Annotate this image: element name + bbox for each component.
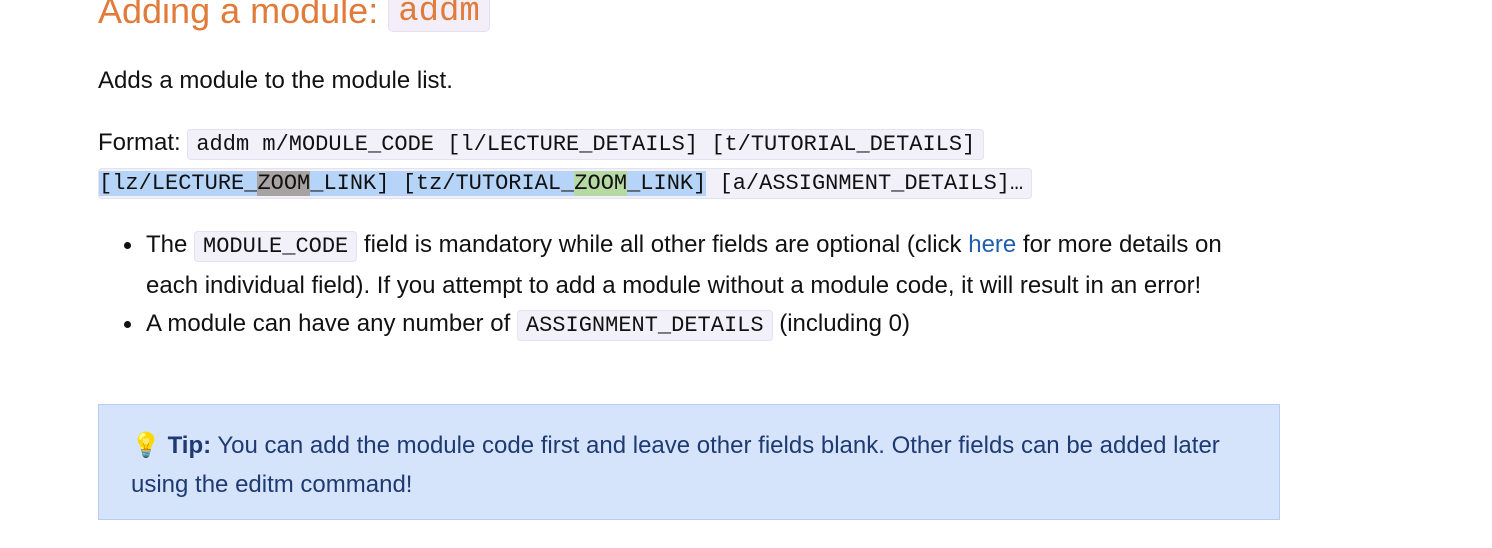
lightbulb-icon: 💡	[131, 432, 161, 459]
zoom-highlight-2: ZOOM	[574, 171, 628, 196]
format-code-line2: [lz/LECTURE_ZOOM_LINK] [tz/TUTORIAL_ZOOM…	[98, 168, 1033, 199]
bullet-text: A module can have any number of	[146, 310, 517, 337]
format-label: Format:	[98, 129, 181, 156]
module-code-inline: MODULE_CODE	[194, 231, 358, 262]
list-item: A module can have any number of ASSIGNME…	[124, 305, 1256, 346]
bullet-list: The MODULE_CODE field is mandatory while…	[124, 226, 1256, 346]
tip-text: You can add the module code first and le…	[131, 432, 1220, 498]
format-code-line1: addm m/MODULE_CODE [l/LECTURE_DETAILS] […	[187, 129, 985, 160]
intro-text: Adds a module to the module list.	[98, 67, 453, 94]
bullet-text: field is mandatory while all other field…	[357, 231, 969, 258]
format-seg-assignment: [a/ASSIGNMENT_DETAILS]…	[706, 171, 1024, 196]
tip-content: 💡 Tip: You can add the module code first…	[131, 427, 1241, 504]
selected-text: [lz/LECTURE_ZOOM_LINK] [tz/TUTORIAL_ZOOM…	[99, 171, 707, 196]
assignment-details-inline: ASSIGNMENT_DETAILS	[516, 310, 773, 341]
here-link[interactable]: here	[968, 231, 1016, 258]
format-line-2: [lz/LECTURE_ZOOM_LINK] [tz/TUTORIAL_ZOOM…	[98, 163, 1033, 203]
zoom-highlight-1: ZOOM	[257, 171, 311, 196]
section-heading: Adding a module: addm	[98, 0, 490, 32]
list-item: The MODULE_CODE field is mandatory while…	[124, 226, 1256, 305]
format-seg-link-end: _LINK]	[627, 171, 707, 196]
format-line-1: Format: addm m/MODULE_CODE [l/LECTURE_DE…	[98, 124, 985, 164]
tip-label: Tip:	[167, 432, 212, 459]
tip-box: 💡 Tip: You can add the module code first…	[98, 404, 1280, 520]
heading-text: Adding a module:	[98, 0, 379, 31]
format-seg-tutorial: _LINK] [tz/TUTORIAL_	[310, 171, 575, 196]
format-seg-lecture: [lz/LECTURE_	[99, 171, 258, 196]
bullet-text: The	[146, 231, 195, 258]
bullet-text: (including 0)	[772, 310, 910, 337]
heading-command-code: addm	[388, 0, 490, 32]
